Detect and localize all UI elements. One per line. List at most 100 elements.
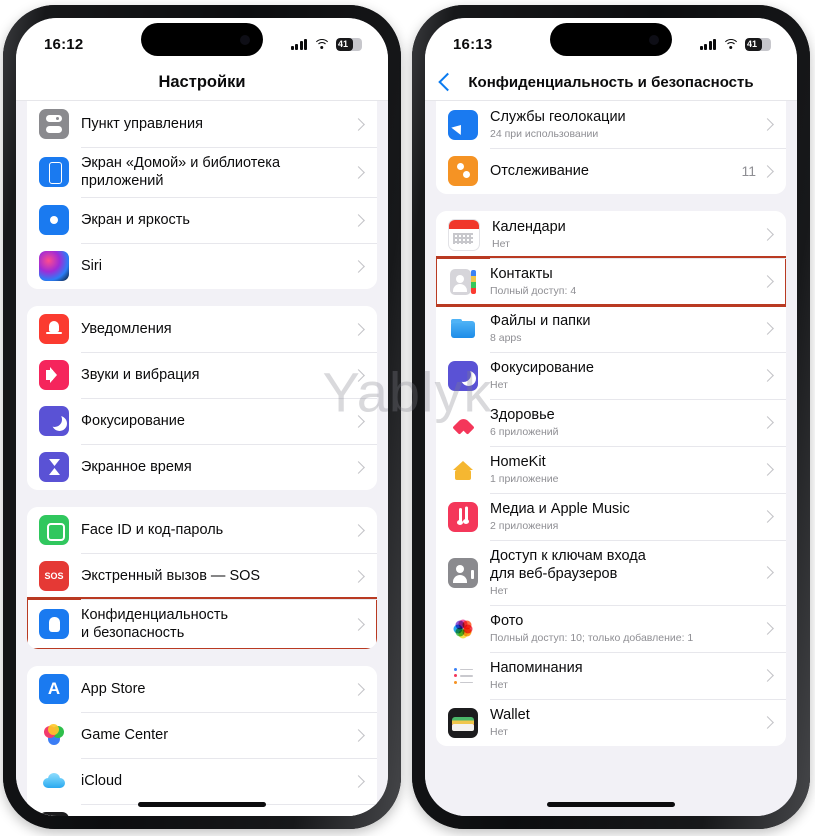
settings-row-отслеживание[interactable]: Отслеживание 11 — [436, 148, 786, 194]
status-bar-left: 16:12 41 — [16, 18, 388, 64]
settings-row-звуки-и-вибрация[interactable]: Звуки и вибрация — [27, 352, 377, 398]
settings-group: Службы геолокации 24 при использовании Отс… — [436, 101, 786, 194]
calendar-icon — [448, 218, 480, 251]
sos-icon: SOS — [39, 561, 69, 591]
row-text: Напоминания Нет — [490, 652, 763, 699]
photos-icon — [448, 613, 478, 644]
brightness-icon — [39, 205, 69, 235]
settings-list-left[interactable]: Пункт управления Экран «Домой» и библиоте… — [16, 101, 388, 816]
row-text: Wallet и Apple Pay — [81, 811, 354, 816]
homekit-icon — [448, 454, 478, 485]
row-label: App Store — [81, 681, 146, 697]
chevron-right-icon — [352, 117, 365, 131]
settings-row-game-center[interactable]: Game Center — [27, 712, 377, 758]
dynamic-island — [141, 23, 263, 56]
back-chevron-icon[interactable] — [438, 72, 457, 92]
row-text: HomeKit 1 приложение — [490, 446, 763, 493]
settings-row-icloud[interactable]: iCloud — [27, 758, 377, 804]
row-text: Контакты Полный доступ: 4 — [490, 258, 763, 305]
settings-row-доступ-к-ключам-входа-для-веб-брау[interactable]: Доступ к ключам входа для веб-браузеров Не… — [436, 540, 786, 605]
settings-row-конфиденциальность-и-безопасность[interactable]: Конфиденциальность и безопасность — [27, 597, 377, 649]
row-label: Отслеживание — [490, 163, 589, 179]
wifi-icon — [313, 38, 330, 50]
settings-row-фокусирование[interactable]: Фокусирование Нет — [436, 352, 786, 399]
row-label: Game Center — [81, 727, 169, 743]
row-subtitle: 24 при использовании — [490, 128, 599, 140]
settings-row-медиа-и-apple-music[interactable]: Медиа и Apple Music 2 приложения — [436, 493, 786, 540]
settings-row-siri[interactable]: Siri — [27, 243, 377, 289]
row-text: Wallet Нет — [490, 699, 763, 746]
chevron-right-icon — [352, 523, 365, 537]
status-indicators: 41 — [699, 37, 771, 51]
settings-row-контакты[interactable]: Контакты Полный доступ: 4 — [436, 256, 786, 307]
row-subtitle: Нет — [490, 679, 508, 691]
row-label: Фокусирование — [81, 413, 185, 429]
chevron-right-icon — [761, 369, 774, 382]
settings-row-экранное-время[interactable]: Экранное время — [27, 444, 377, 490]
row-label: Экран «Домой» и библиотека приложений — [81, 155, 281, 189]
settings-row-фокусирование[interactable]: Фокусирование — [27, 398, 377, 444]
tracking-icon — [448, 156, 478, 186]
settings-row-wallet[interactable]: Wallet Нет — [436, 699, 786, 746]
settings-row-напоминания[interactable]: Напоминания Нет — [436, 652, 786, 699]
row-text: Звуки и вибрация — [81, 359, 354, 391]
status-indicators: 41 — [290, 37, 362, 51]
settings-row-здоровье[interactable]: Здоровье 6 приложений — [436, 399, 786, 446]
face-id-icon — [39, 515, 69, 545]
siri-icon — [39, 251, 69, 281]
cellular-bars-icon — [699, 38, 716, 50]
row-text: Доступ к ключам входа для веб-браузеров Не… — [490, 540, 763, 605]
row-label: Медиа и Apple Music — [490, 501, 630, 517]
focus-moon-icon — [448, 360, 478, 391]
front-camera-icon — [649, 34, 659, 45]
chevron-right-icon — [761, 566, 774, 579]
row-text: Здоровье 6 приложений — [490, 399, 763, 446]
chevron-right-icon — [352, 728, 365, 742]
row-label: Wallet — [490, 707, 530, 723]
settings-row-календари[interactable]: Календари Нет — [436, 211, 786, 258]
row-label: Фото — [490, 613, 524, 629]
wifi-icon — [722, 38, 739, 50]
battery-icon: 41 — [745, 37, 771, 51]
row-label: Face ID и код-пароль — [81, 522, 224, 538]
settings-group: Календари Нет Контакты Полный доступ: 4 Файл… — [436, 211, 786, 746]
row-label: Экран и яркость — [81, 212, 190, 228]
status-time: 16:13 — [453, 35, 493, 53]
row-subtitle: 1 приложение — [490, 473, 559, 485]
chevron-right-icon — [761, 463, 774, 476]
row-label: Календари — [492, 219, 566, 235]
row-label: Доступ к ключам входа для веб-браузеров — [490, 548, 646, 582]
chevron-right-icon — [352, 259, 365, 273]
settings-row-экран-домой-и-библиотека-приложени[interactable]: Экран «Домой» и библиотека приложений — [27, 147, 377, 197]
chevron-right-icon — [761, 416, 774, 429]
row-label: Службы геолокации — [490, 109, 626, 125]
settings-row-файлы-и-папки[interactable]: Файлы и папки 8 apps — [436, 305, 786, 352]
screen-time-hourglass-icon — [39, 452, 69, 482]
row-text: Фото Полный доступ: 10; только добавление… — [490, 605, 763, 652]
row-label: Экранное время — [81, 459, 192, 475]
settings-row-face-id-и-код-пароль[interactable]: Face ID и код-пароль — [27, 507, 377, 553]
settings-row-экстренный-вызов-sos[interactable]: SOS Экстренный вызов — SOS — [27, 553, 377, 599]
row-text: Календари Нет — [492, 211, 763, 258]
game-center-icon — [39, 720, 69, 750]
settings-row-службы-геолокации[interactable]: Службы геолокации 24 при использовании — [436, 101, 786, 148]
chevron-right-icon — [352, 414, 365, 428]
chevron-right-icon — [761, 164, 774, 178]
settings-row-homekit[interactable]: HomeKit 1 приложение — [436, 446, 786, 493]
home-screen-icon — [39, 157, 69, 187]
chevron-right-icon — [761, 275, 774, 288]
passkeys-icon — [448, 557, 478, 588]
row-subtitle: 2 приложения — [490, 520, 559, 532]
settings-row-app-store[interactable]: A App Store — [27, 666, 377, 712]
settings-group: Уведомления Звуки и вибрация Фокусирование… — [27, 306, 377, 490]
settings-list-right[interactable]: Службы геолокации 24 при использовании Отс… — [425, 101, 797, 816]
settings-row-уведомления[interactable]: Уведомления — [27, 306, 377, 352]
home-indicator — [138, 802, 266, 807]
row-text: Уведомления — [81, 313, 354, 345]
settings-row-экран-и-яркость[interactable]: Экран и яркость — [27, 197, 377, 243]
row-label: iCloud — [81, 773, 123, 789]
settings-row-фото[interactable]: Фото Полный доступ: 10; только добавление… — [436, 605, 786, 652]
chevron-right-icon — [761, 228, 774, 241]
settings-row-пункт-управления[interactable]: Пункт управления — [27, 101, 377, 147]
location-services-icon — [448, 109, 478, 140]
